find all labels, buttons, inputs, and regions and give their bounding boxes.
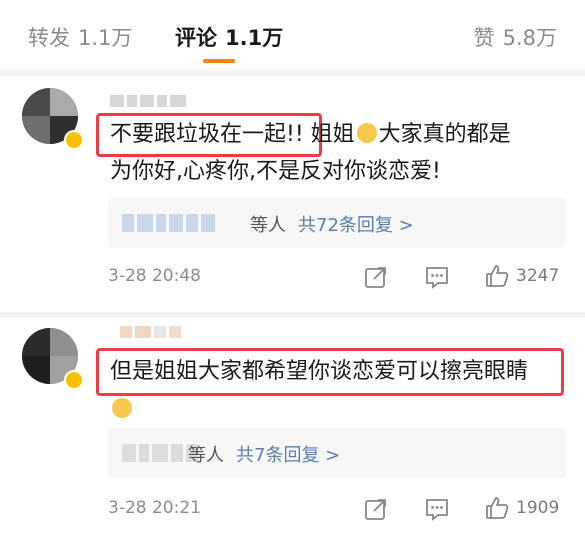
vip-badge-icon	[64, 130, 84, 150]
comment-text-part: 大家真的都是	[378, 122, 511, 147]
view-replies-link[interactable]: 共72条回复 >	[298, 215, 414, 236]
tab-like-count: 5.8万	[502, 26, 557, 50]
comment-text-line2: 为你好,心疼你,不是反对你谈恋爱!	[110, 159, 441, 184]
tab-like-label: 赞	[473, 26, 495, 50]
reply-preview[interactable]: 等人 共72条回复 >	[108, 198, 566, 248]
tab-repost-label: 转发	[28, 26, 70, 50]
reply-users-blurred	[122, 444, 198, 462]
username-blurred[interactable]	[110, 95, 186, 107]
tab-comment[interactable]: 评论 1.1万	[175, 22, 283, 52]
tab-repost[interactable]: 转发 1.1万	[28, 22, 132, 52]
tab-like[interactable]: 赞 5.8万	[474, 22, 557, 52]
tab-bar: 转发 1.1万 评论 1.1万 赞 5.8万	[0, 0, 585, 70]
like-count: 1909	[516, 498, 560, 518]
comment-text-highlighted: 不要跟垃圾在一起!	[110, 122, 295, 147]
reply-summary: 等人 共7条回复 >	[188, 441, 340, 467]
divider	[0, 70, 585, 76]
active-tab-indicator	[203, 59, 235, 63]
share-icon[interactable]	[363, 496, 389, 522]
comment-text-line1: 但是姐姐大家都希望你谈恋爱可以擦亮眼睛	[110, 359, 529, 384]
like-count: 3247	[516, 266, 560, 286]
username-blurred[interactable]	[120, 326, 181, 338]
share-icon[interactable]	[363, 264, 389, 290]
divider	[0, 312, 585, 318]
view-replies-link[interactable]: 共7条回复 >	[236, 445, 340, 466]
comment-timestamp: 3-28 20:21	[108, 498, 201, 518]
crying-emoji-icon	[356, 123, 377, 143]
tab-comment-label: 评论	[175, 26, 217, 50]
reply-summary: 等人 共72条回复 >	[250, 211, 414, 237]
thumbs-up-icon[interactable]	[484, 263, 510, 289]
vip-badge-icon	[64, 370, 84, 390]
reply-preview[interactable]: 等人 共7条回复 >	[108, 428, 566, 478]
reply-suffix-text: 等人	[250, 215, 286, 236]
thumbs-up-icon[interactable]	[484, 495, 510, 521]
comment-icon[interactable]	[424, 496, 450, 522]
comment-text-line1: 不要跟垃圾在一起!! 姐姐 大家真的都是	[110, 115, 511, 155]
smile-emoji-icon	[112, 398, 132, 418]
tab-repost-count: 1.1万	[78, 26, 133, 50]
comment-icon[interactable]	[424, 264, 450, 290]
reply-suffix-text: 等人	[188, 445, 224, 466]
comment-timestamp: 3-28 20:48	[108, 266, 201, 286]
reply-users-blurred	[122, 214, 215, 232]
tab-comment-count: 1.1万	[225, 26, 284, 50]
weibo-comment-page: 转发 1.1万 评论 1.1万 赞 5.8万 不要跟垃圾在一起!! 姐姐 大家真的都是 …	[0, 0, 585, 537]
comment-text-part: ! 姐姐	[294, 122, 355, 147]
